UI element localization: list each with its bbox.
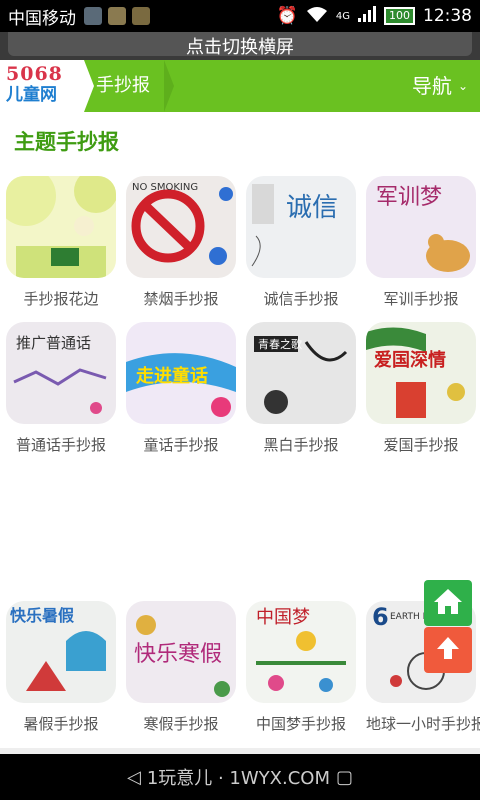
category-label: 地球一小时手抄报 bbox=[366, 715, 480, 733]
scroll-top-button[interactable] bbox=[424, 627, 472, 673]
carrier-name: 中国移动 bbox=[8, 8, 76, 29]
china-dream-thumbnail[interactable]: 中国梦 bbox=[246, 601, 356, 703]
category-card[interactable]: 青春之歌 黑白手抄报 bbox=[246, 322, 356, 455]
military-training-thumbnail[interactable]: 军训梦 bbox=[366, 176, 476, 278]
watermark-text: 1玩意儿 · 1WYX.COM bbox=[146, 768, 330, 789]
alarm-icon: ⏰ bbox=[276, 6, 298, 26]
site-logo[interactable]: 5068 儿童网 bbox=[0, 60, 84, 112]
category-card[interactable]: 手抄报花边 bbox=[6, 176, 116, 309]
wifi-icon bbox=[306, 6, 328, 27]
recent-apps-icon[interactable]: ▢ bbox=[336, 767, 353, 788]
category-label: 寒假手抄报 bbox=[143, 715, 219, 733]
status-bar: 中国移动 ⏰ 4G 100 12:38 bbox=[0, 0, 480, 32]
category-card[interactable]: 中国梦 中国梦手抄报 bbox=[246, 601, 356, 734]
mandarin-art-text: 推广普通话 bbox=[16, 334, 91, 352]
category-label: 手抄报花边 bbox=[23, 290, 99, 308]
category-card[interactable]: 推广普通话 普通话手抄报 bbox=[6, 322, 116, 455]
clock: 12:38 bbox=[423, 6, 472, 26]
arrow-up-icon bbox=[436, 635, 460, 665]
breadcrumb-separator bbox=[84, 60, 94, 112]
signal-icon bbox=[358, 5, 376, 27]
category-label: 爱国手抄报 bbox=[383, 436, 459, 454]
chevron-down-icon: ⌄ bbox=[457, 79, 468, 93]
black-white-thumbnail[interactable]: 青春之歌 bbox=[246, 322, 356, 424]
winter-vacation-thumbnail[interactable]: 快乐寒假 bbox=[126, 601, 236, 703]
fairy-tale-thumbnail[interactable]: 走进童话 bbox=[126, 322, 236, 424]
battery-level: 100 bbox=[384, 7, 415, 25]
china-dream-art-text: 中国梦 bbox=[256, 607, 310, 628]
honesty-art-text: 诚信 bbox=[286, 193, 338, 223]
patriotic-art-text: 爱国深情 bbox=[374, 349, 446, 371]
svg-text:6: 6 bbox=[372, 603, 389, 631]
category-label: 禁烟手抄报 bbox=[143, 290, 219, 308]
category-label: 童话手抄报 bbox=[143, 436, 219, 454]
top-navbar: 5068 儿童网 手抄报 导航 ⌄ bbox=[0, 60, 480, 112]
category-label: 诚信手抄报 bbox=[263, 290, 339, 308]
category-card[interactable]: 走进童话 童话手抄报 bbox=[126, 322, 236, 455]
category-card[interactable]: 快乐暑假 暑假手抄报 bbox=[6, 601, 116, 734]
category-card[interactable]: 快乐寒假 寒假手抄报 bbox=[126, 601, 236, 734]
no-smoking-thumbnail[interactable]: NO SMOKING bbox=[126, 176, 236, 278]
rotate-hint-bar[interactable]: 点击切换横屏 bbox=[0, 32, 480, 60]
summer-vacation-art-text: 快乐暑假 bbox=[10, 606, 75, 625]
notification-icon bbox=[84, 7, 102, 25]
breadcrumb-separator bbox=[164, 60, 174, 112]
category-label: 黑白手抄报 bbox=[263, 436, 339, 454]
patriotic-thumbnail[interactable]: 爱国深情 bbox=[366, 322, 476, 424]
fairy-tale-art-text: 走进童话 bbox=[136, 365, 208, 387]
back-icon[interactable]: ◁ bbox=[127, 767, 141, 788]
floral-border-thumbnail[interactable] bbox=[6, 176, 116, 278]
military-training-art-text: 军训梦 bbox=[376, 185, 442, 210]
nav-menu-label: 导航 bbox=[411, 74, 452, 98]
breadcrumb-current[interactable]: 手抄报 bbox=[96, 60, 150, 112]
category-label: 军训手抄报 bbox=[383, 290, 459, 308]
rotate-hint[interactable]: 点击切换横屏 bbox=[8, 32, 472, 58]
logo-number: 5068 bbox=[6, 63, 63, 85]
category-card[interactable]: NO SMOKING 禁烟手抄报 bbox=[126, 176, 236, 309]
category-label: 普通话手抄报 bbox=[15, 436, 106, 454]
summer-vacation-thumbnail[interactable]: 快乐暑假 bbox=[6, 601, 116, 703]
network-type: 4G bbox=[335, 10, 350, 22]
category-card[interactable]: 军训梦 军训手抄报 bbox=[366, 176, 476, 309]
notification-icon bbox=[132, 7, 150, 25]
section-title: 主题手抄报 bbox=[14, 130, 119, 154]
black-white-art-text: 青春之歌 bbox=[258, 337, 302, 351]
home-icon bbox=[433, 587, 463, 619]
category-label: 暑假手抄报 bbox=[23, 715, 99, 733]
mandarin-thumbnail[interactable]: 推广普通话 bbox=[6, 322, 116, 424]
honesty-thumbnail[interactable]: 诚信 bbox=[246, 176, 356, 278]
notification-icon bbox=[108, 7, 126, 25]
category-label: 中国梦手抄报 bbox=[255, 715, 346, 733]
category-card[interactable]: 诚信 诚信手抄报 bbox=[246, 176, 356, 309]
home-button[interactable] bbox=[424, 580, 472, 626]
nav-menu-button[interactable]: 导航 ⌄ bbox=[412, 60, 468, 112]
no-smoking-art-text: NO SMOKING bbox=[132, 182, 198, 193]
winter-vacation-art-text: 快乐寒假 bbox=[134, 642, 222, 667]
system-nav-bar: ◁ 1玩意儿 · 1WYX.COM ▢ bbox=[0, 754, 480, 800]
logo-text: 儿童网 bbox=[6, 85, 57, 105]
category-card[interactable]: 爱国深情 爱国手抄报 bbox=[366, 322, 476, 455]
